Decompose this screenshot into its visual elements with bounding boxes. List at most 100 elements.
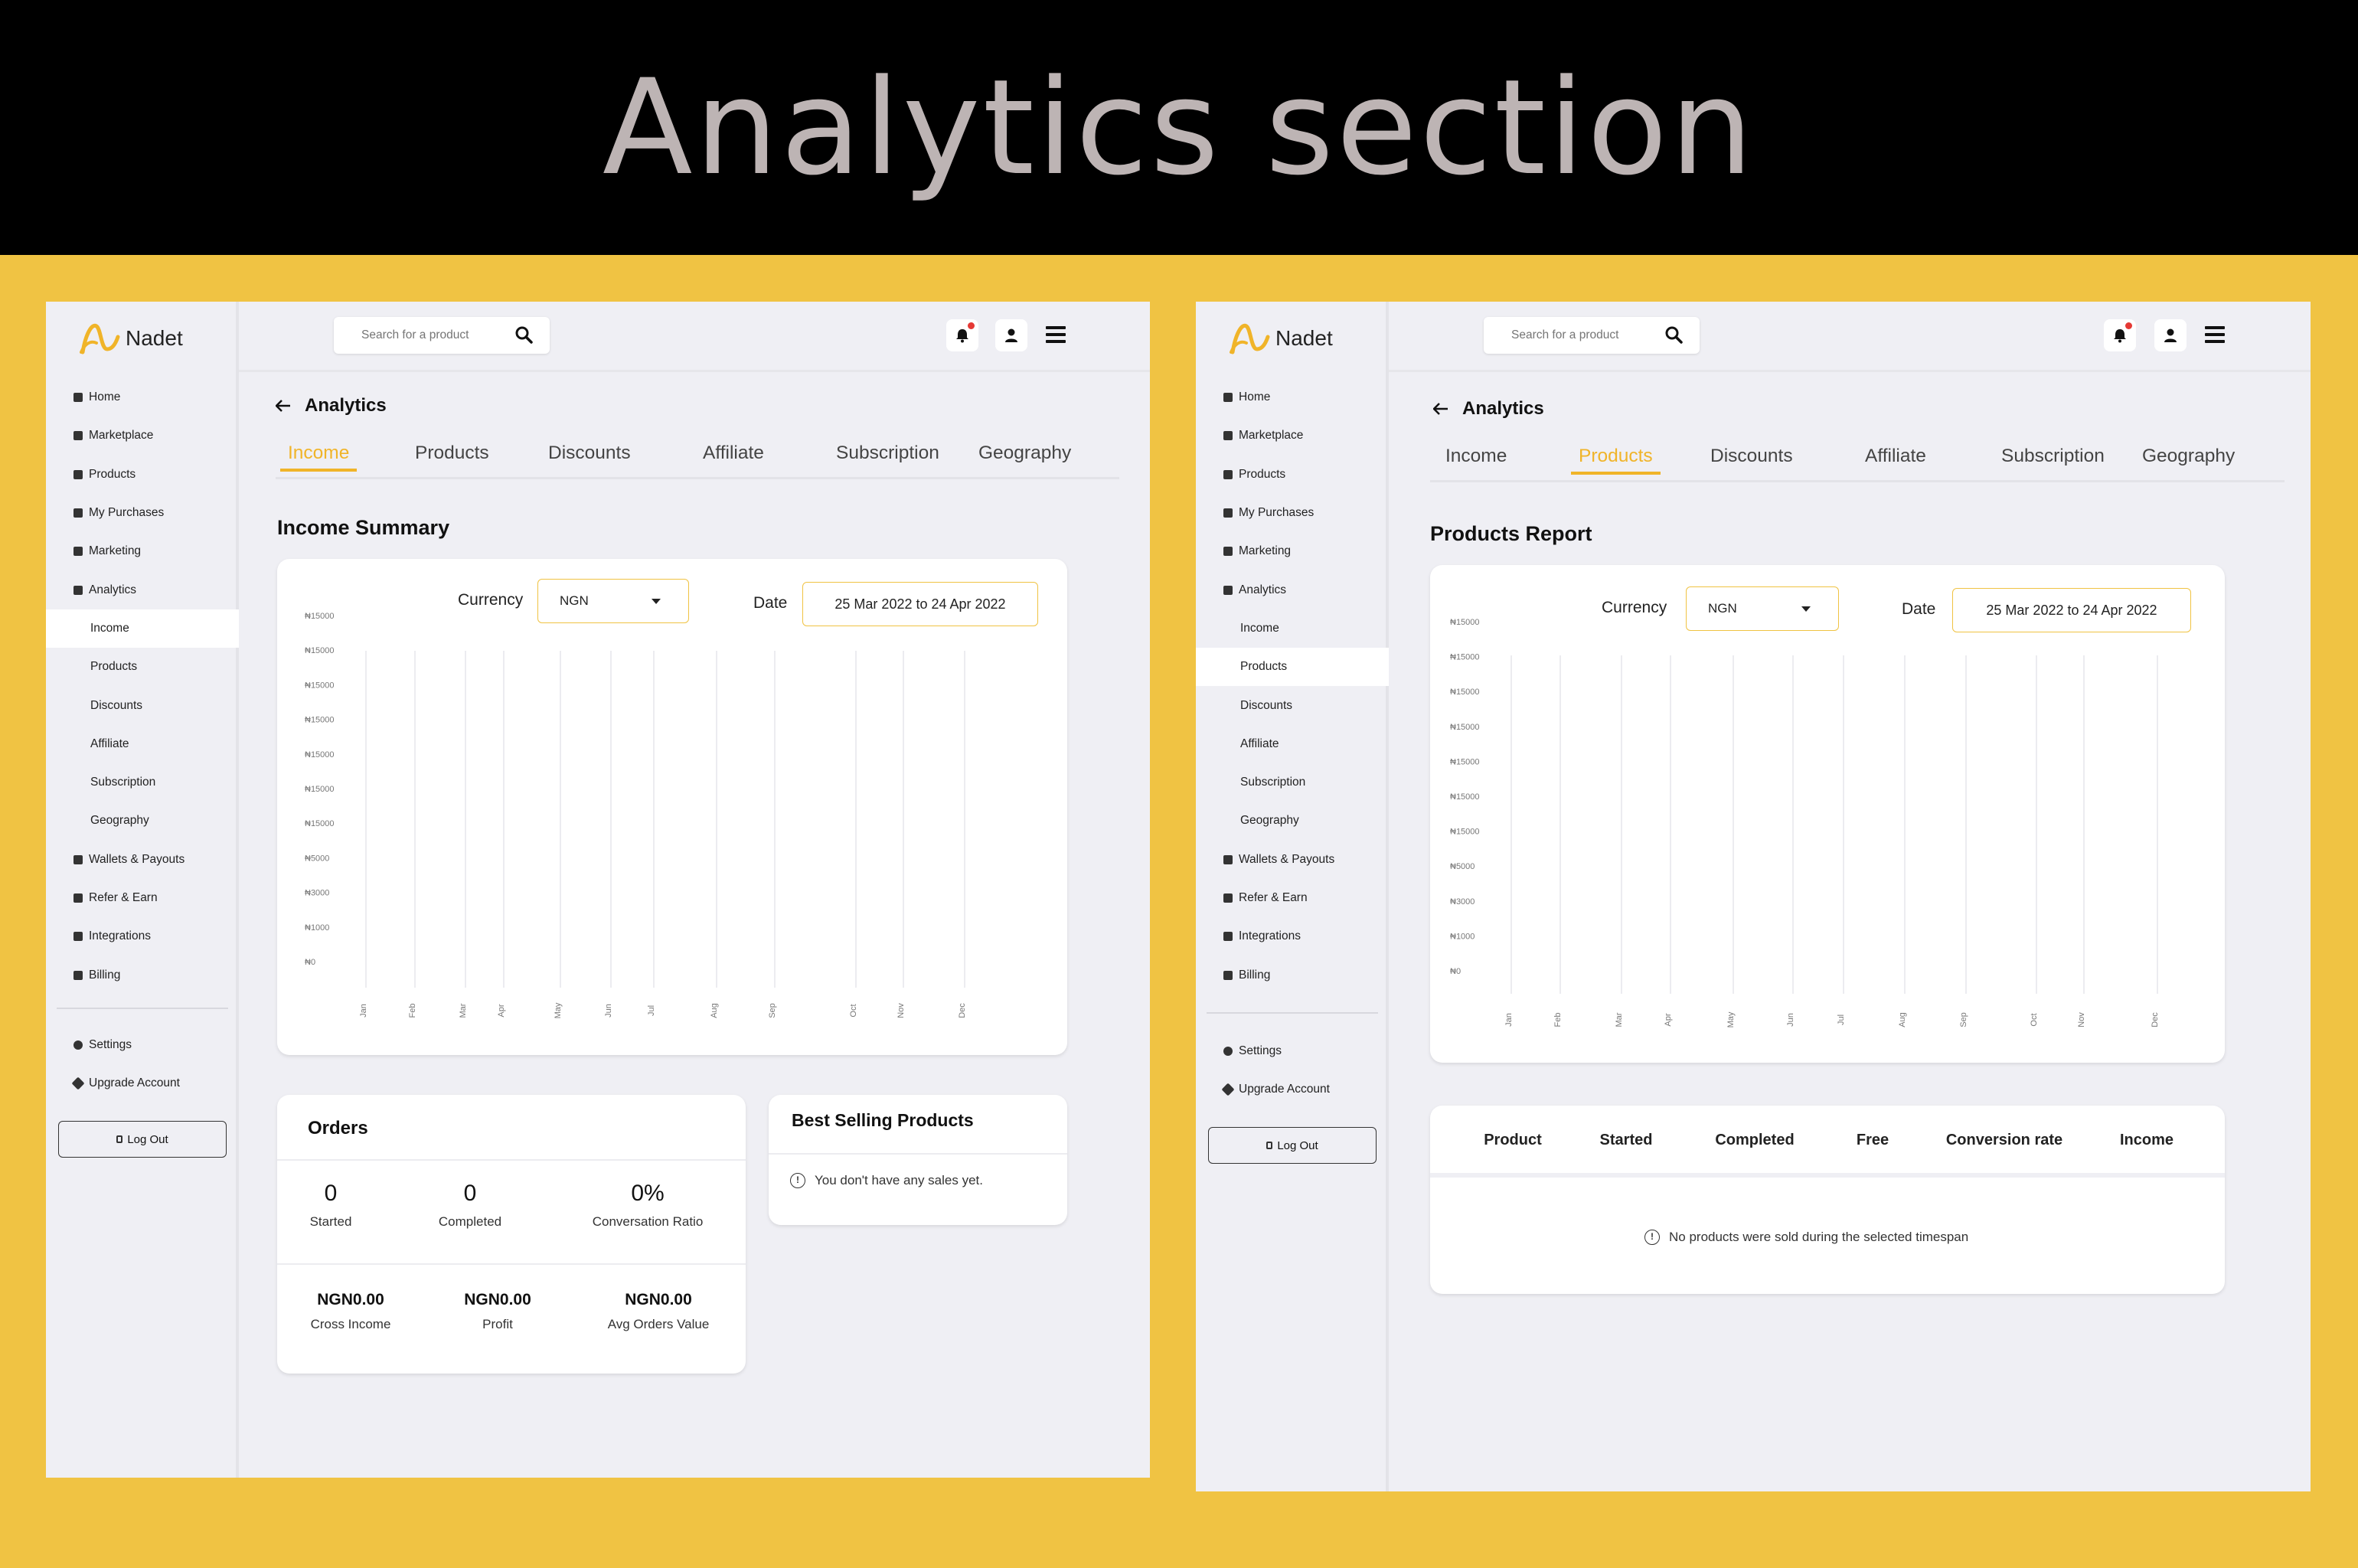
- empty-text: You don't have any sales yet.: [815, 1173, 983, 1187]
- info-icon: !: [790, 1173, 805, 1188]
- sidebar-item-settings[interactable]: Settings: [1196, 1032, 1389, 1070]
- sidebar-item-refer-earn[interactable]: Refer & Earn: [46, 879, 239, 917]
- notifications-button[interactable]: [946, 319, 978, 351]
- sidebar-item-upgrade[interactable]: Upgrade Account: [1196, 1070, 1389, 1109]
- sidebar-item-label: Discounts: [90, 698, 143, 712]
- sidebar-item-home[interactable]: Home: [1196, 378, 1389, 416]
- sidebar-item-upgrade[interactable]: Upgrade Account: [46, 1064, 239, 1102]
- y-tick-label: ₦15000: [305, 646, 335, 655]
- bell-icon: [2114, 329, 2126, 343]
- search-bar[interactable]: [334, 317, 550, 354]
- x-tick-label: Jul: [1837, 1014, 1846, 1025]
- sidebar-item-label: Products: [1239, 467, 1286, 481]
- wallet-icon: [73, 854, 83, 864]
- sidebar-item-integrations[interactable]: Integrations: [46, 917, 239, 956]
- stat-label: Conversation Ratio: [592, 1214, 704, 1229]
- sidebar-item-marketplace[interactable]: Marketplace: [1196, 416, 1389, 455]
- logo: Nadet: [78, 318, 183, 358]
- tab-subscription[interactable]: Subscription: [2001, 446, 2105, 467]
- tab-geography[interactable]: Geography: [2142, 446, 2235, 467]
- x-tick-label: Nov: [2077, 1012, 2086, 1027]
- search-icon[interactable]: [1664, 325, 1683, 344]
- sidebar-item-label: Upgrade Account: [89, 1076, 180, 1090]
- menu-icon[interactable]: [2205, 326, 2225, 343]
- tab-products[interactable]: Products: [1571, 446, 1661, 475]
- sidebar-item-refer-earn[interactable]: Refer & Earn: [1196, 879, 1389, 917]
- sidebar-subitem-income[interactable]: Income: [46, 609, 239, 648]
- sidebar-subitem-subscription[interactable]: Subscription: [1196, 763, 1389, 802]
- x-tick-label: Jul: [647, 1005, 656, 1016]
- logout-icon: [1266, 1142, 1273, 1149]
- sidebar-item-home[interactable]: Home: [46, 378, 239, 416]
- search-icon[interactable]: [514, 325, 533, 344]
- notifications-button[interactable]: [2104, 319, 2136, 351]
- sidebar-subitem-discounts[interactable]: Discounts: [46, 686, 239, 724]
- y-tick-label: ₦3000: [1450, 897, 1475, 906]
- sidebar-subitem-geography[interactable]: Geography: [1196, 802, 1389, 840]
- tab-discounts[interactable]: Discounts: [548, 443, 631, 464]
- stat-label: Started: [309, 1214, 352, 1229]
- tab-products[interactable]: Products: [415, 443, 489, 464]
- tab-discounts[interactable]: Discounts: [1710, 446, 1793, 467]
- tab-subscription[interactable]: Subscription: [836, 443, 939, 464]
- tab-income[interactable]: Income: [1445, 446, 1507, 467]
- search-bar[interactable]: [1484, 317, 1700, 354]
- column-header: Conversion rate: [1945, 1132, 2063, 1148]
- sidebar-item-my-purchases[interactable]: My Purchases: [46, 494, 239, 532]
- tab-affiliate[interactable]: Affiliate: [703, 443, 764, 464]
- sidebar-item-label: Home: [89, 390, 121, 404]
- tab-income[interactable]: Income: [280, 443, 358, 472]
- back-arrow-icon[interactable]: [1433, 403, 1448, 415]
- logout-button[interactable]: Log Out: [1208, 1127, 1377, 1164]
- sidebar-subitem-discounts[interactable]: Discounts: [1196, 686, 1389, 724]
- sidebar-item-label: Wallets & Payouts: [89, 852, 185, 866]
- page-header: Analytics: [276, 395, 387, 416]
- x-tick-label: Oct: [849, 1004, 858, 1017]
- sidebar-subitem-products[interactable]: Products: [46, 648, 239, 686]
- sidebar-item-marketing[interactable]: Marketing: [1196, 532, 1389, 570]
- sidebar-item-label: Affiliate: [1240, 737, 1279, 750]
- user-icon: [2164, 328, 2177, 342]
- back-arrow-icon[interactable]: [276, 400, 291, 412]
- sidebar-subitem-affiliate[interactable]: Affiliate: [1196, 725, 1389, 763]
- profile-button[interactable]: [995, 319, 1027, 351]
- stat-value: 0: [463, 1181, 477, 1206]
- sidebar-item-products[interactable]: Products: [1196, 456, 1389, 494]
- sidebar-subitem-subscription[interactable]: Subscription: [46, 763, 239, 802]
- profile-button[interactable]: [2154, 319, 2187, 351]
- sidebar-item-wallets-payouts[interactable]: Wallets & Payouts: [1196, 841, 1389, 879]
- wallet-icon: [1223, 854, 1233, 864]
- sidebar-item-wallets-payouts[interactable]: Wallets & Payouts: [46, 841, 239, 879]
- sidebar-subitem-income[interactable]: Income: [1196, 609, 1389, 648]
- tab-affiliate[interactable]: Affiliate: [1865, 446, 1926, 467]
- sidebar-item-label: Income: [1240, 621, 1279, 635]
- sidebar-item-analytics[interactable]: Analytics: [1196, 570, 1389, 609]
- page-title: Analytics: [305, 395, 387, 416]
- sidebar-item-my-purchases[interactable]: My Purchases: [1196, 494, 1389, 532]
- sidebar-subitem-geography[interactable]: Geography: [46, 802, 239, 840]
- x-tick-label: May: [554, 1002, 563, 1018]
- menu-icon[interactable]: [1046, 326, 1066, 343]
- sidebar-item-analytics[interactable]: Analytics: [46, 570, 239, 609]
- sidebar-item-marketplace[interactable]: Marketplace: [46, 416, 239, 455]
- sidebar-subitem-affiliate[interactable]: Affiliate: [46, 725, 239, 763]
- logout-button[interactable]: Log Out: [58, 1121, 227, 1158]
- sidebar-item-integrations[interactable]: Integrations: [1196, 917, 1389, 956]
- search-input[interactable]: [1511, 328, 1649, 342]
- y-tick-label: ₦5000: [305, 854, 329, 863]
- x-tick-label: Oct: [2030, 1013, 2039, 1026]
- sidebar-item-label: Billing: [89, 968, 121, 982]
- x-tick-label: Feb: [408, 1004, 417, 1018]
- sidebar-item-products[interactable]: Products: [46, 456, 239, 494]
- sidebar-subitem-products[interactable]: Products: [1196, 648, 1389, 687]
- sidebar-item-billing[interactable]: Billing: [1196, 956, 1389, 994]
- sidebar-divider: [57, 1008, 228, 1009]
- logout-label: Log Out: [1277, 1138, 1318, 1152]
- sidebar-item-settings[interactable]: Settings: [46, 1026, 239, 1064]
- search-input[interactable]: [361, 328, 499, 342]
- sidebar-item-marketing[interactable]: Marketing: [46, 532, 239, 570]
- tab-geography[interactable]: Geography: [978, 443, 1071, 464]
- page-title: Analytics: [1462, 398, 1544, 419]
- sidebar-item-billing[interactable]: Billing: [46, 956, 239, 994]
- y-tick-label: ₦15000: [1450, 618, 1480, 627]
